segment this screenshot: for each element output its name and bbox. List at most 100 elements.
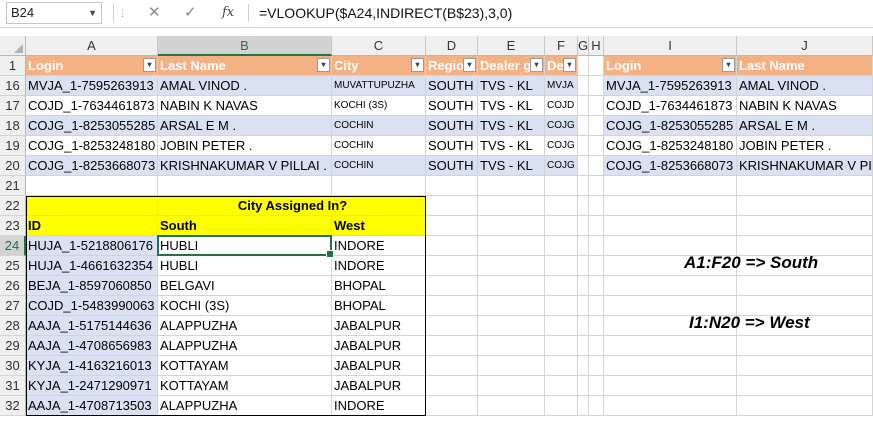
row-header[interactable]: 25 (0, 256, 26, 276)
south-cell[interactable]: ALAPPUZHA (158, 316, 332, 336)
row-header[interactable]: 31 (0, 376, 26, 396)
empty-cell[interactable] (545, 336, 578, 356)
empty-cell[interactable] (604, 336, 737, 356)
id-cell[interactable]: AAJA_1-5175144636 (26, 316, 158, 336)
south-cell[interactable]: ALAPPUZHA (158, 396, 332, 416)
lookup-header-cell[interactable]: South (158, 216, 332, 236)
id-cell[interactable]: KYJA_1-2471290971 (26, 376, 158, 396)
empty-cell[interactable] (478, 376, 545, 396)
city-cell[interactable]: COCHIN (332, 156, 426, 176)
west-cell[interactable]: INDORE (332, 396, 426, 416)
name-cell[interactable]: ARSAL E M . (737, 116, 873, 136)
empty-cell[interactable] (578, 76, 589, 96)
empty-cell[interactable] (578, 156, 589, 176)
empty-cell[interactable] (737, 356, 873, 376)
empty-cell[interactable] (589, 196, 604, 216)
row-header[interactable]: 1 (0, 56, 26, 76)
empty-cell[interactable] (604, 356, 737, 376)
id-cell[interactable]: COJD_1-5483990063 (26, 296, 158, 316)
empty-cell[interactable] (478, 256, 545, 276)
empty-cell[interactable] (545, 176, 578, 196)
empty-cell[interactable] (478, 336, 545, 356)
id-cell[interactable]: HUJA_1-4661632354 (26, 256, 158, 276)
empty-cell[interactable] (578, 316, 589, 336)
empty-cell[interactable] (426, 396, 478, 416)
id-cell[interactable]: AAJA_1-4708713503 (26, 396, 158, 416)
south-cell[interactable]: KOTTAYAM (158, 356, 332, 376)
name-cell[interactable]: NABIN K NAVAS (158, 96, 332, 116)
empty-cell[interactable] (737, 396, 873, 416)
empty-cell[interactable] (478, 296, 545, 316)
name-box[interactable]: B24 ▼ (6, 2, 102, 24)
empty-cell[interactable] (737, 196, 873, 216)
row-header[interactable]: 23 (0, 216, 26, 236)
filter-dropdown-icon[interactable]: ▾ (530, 58, 543, 72)
empty-cell[interactable] (545, 396, 578, 416)
empty-cell[interactable] (478, 196, 545, 216)
empty-cell[interactable] (578, 216, 589, 236)
empty-cell[interactable] (589, 376, 604, 396)
west-cell[interactable]: BHOPAL (332, 296, 426, 316)
name-cell[interactable]: NABIN K NAVAS (737, 96, 873, 116)
empty-cell[interactable] (589, 256, 604, 276)
row-header[interactable]: 28 (0, 316, 26, 336)
dealer-cell[interactable]: TVS - KL (478, 136, 545, 156)
south-cell[interactable]: KOCHI (3S) (158, 296, 332, 316)
empty-cell[interactable] (426, 316, 478, 336)
filter-dropdown-icon[interactable]: ▾ (563, 58, 576, 72)
id-cell[interactable]: BEJA_1-8597060850 (26, 276, 158, 296)
west-cell[interactable]: INDORE (332, 256, 426, 276)
empty-cell[interactable] (545, 276, 578, 296)
south-cell[interactable]: KOTTAYAM (158, 376, 332, 396)
empty-cell[interactable] (589, 336, 604, 356)
empty-cell[interactable] (426, 196, 478, 216)
login-cell[interactable]: COJG_1-8253055285 (604, 116, 737, 136)
empty-cell[interactable] (578, 176, 589, 196)
empty-cell[interactable] (589, 96, 604, 116)
city-cell[interactable]: COCHIN (332, 116, 426, 136)
region-cell[interactable]: SOUTH (426, 116, 478, 136)
city-cell[interactable]: MUVATTUPUZHA (332, 76, 426, 96)
empty-cell[interactable] (578, 256, 589, 276)
login-cell[interactable]: COJG_1-8253668073 (604, 156, 737, 176)
select-all-button[interactable] (0, 36, 26, 56)
row-header[interactable]: 27 (0, 296, 26, 316)
empty-cell[interactable] (604, 176, 737, 196)
empty-cell[interactable] (737, 336, 873, 356)
city-cell[interactable]: COCHIN (332, 136, 426, 156)
empty-cell[interactable] (578, 396, 589, 416)
empty-cell[interactable] (578, 196, 589, 216)
empty-cell[interactable] (578, 336, 589, 356)
empty-cell[interactable] (478, 276, 545, 296)
empty-cell[interactable] (604, 396, 737, 416)
table-header-cell[interactable]: Login ▾ (604, 56, 737, 76)
column-header-10[interactable]: J (737, 36, 873, 56)
empty-cell[interactable] (478, 356, 545, 376)
more-options-icon[interactable]: ⋮ (118, 3, 127, 23)
empty-cell[interactable] (589, 216, 604, 236)
filter-dropdown-icon[interactable]: ▾ (722, 58, 735, 72)
formula-input[interactable]: =VLOOKUP($A24,INDIRECT(B$23),3,0) (259, 2, 512, 24)
row-header[interactable]: 21 (0, 176, 26, 196)
empty-cell[interactable] (737, 276, 873, 296)
dealer-cell[interactable]: TVS - KL (478, 96, 545, 116)
name-cell[interactable]: JOBIN PETER . (158, 136, 332, 156)
empty-cell[interactable] (589, 116, 604, 136)
empty-cell[interactable] (426, 376, 478, 396)
name-cell[interactable]: AMAL VINOD . (158, 76, 332, 96)
column-header-4[interactable]: D (426, 36, 478, 56)
id-cell[interactable]: KYJA_1-4163216013 (26, 356, 158, 376)
empty-cell[interactable] (545, 296, 578, 316)
insert-function-button[interactable]: fx (222, 3, 234, 23)
region-cell[interactable]: SOUTH (426, 136, 478, 156)
row-header[interactable]: 20 (0, 156, 26, 176)
filter-dropdown-icon[interactable]: ▾ (411, 58, 424, 72)
empty-cell[interactable] (426, 296, 478, 316)
city-cell[interactable]: KOCHI (3S) (332, 96, 426, 116)
table-header-cell[interactable]: City ▾ (332, 56, 426, 76)
empty-cell[interactable] (578, 356, 589, 376)
de-cell[interactable]: COJD (545, 96, 578, 116)
empty-cell[interactable] (426, 256, 478, 276)
lookup-header-cell[interactable]: West (332, 216, 426, 236)
empty-cell[interactable] (545, 256, 578, 276)
